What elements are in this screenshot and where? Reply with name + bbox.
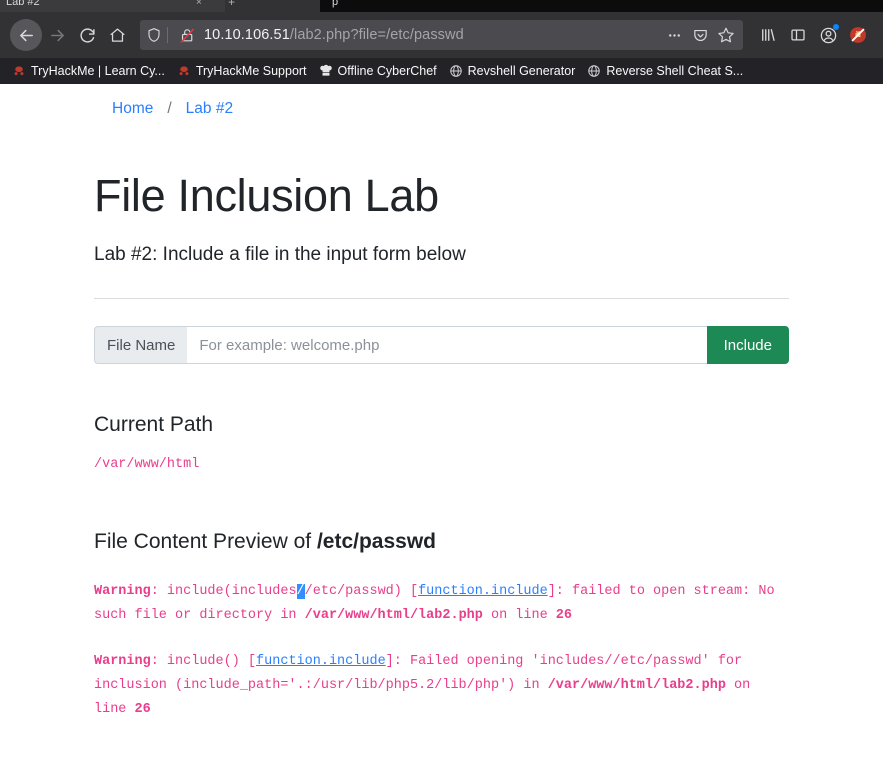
save-to-pocket-button[interactable] — [687, 22, 713, 48]
bookmark-label: TryHackMe Support — [195, 64, 307, 78]
function-include-link[interactable]: function.include — [418, 584, 548, 599]
tab-strip-overflow-area: p — [320, 0, 883, 12]
library-icon — [762, 29, 775, 41]
identity-box[interactable] — [146, 27, 167, 43]
page-subtitle: Lab #2: Include a file in the input form… — [94, 243, 466, 265]
back-button[interactable] — [10, 19, 42, 51]
bookmark-label: Revshell Generator — [467, 64, 576, 78]
include-button[interactable]: Include — [706, 326, 789, 365]
bookmark-button[interactable] — [713, 22, 739, 48]
breadcrumb: Home / Lab #2 — [94, 84, 789, 118]
page-actions-button[interactable] — [661, 22, 687, 48]
tab-strip: Lab #2 × + p — [0, 0, 883, 12]
bookmark-label: Reverse Shell Cheat S... — [606, 64, 744, 78]
cyberchef-chefhat-favicon — [319, 64, 333, 78]
php-error-output: Warning: include(includes//etc/passwd) [… — [94, 580, 789, 722]
php-warning-2: Warning: include() [function.include]: F… — [94, 650, 789, 722]
browser-tab-title: Lab #2 — [6, 0, 40, 8]
ellipsis-icon — [668, 33, 680, 37]
url-bar[interactable]: 10.10.106.51/lab2.php?file=/etc/passwd — [140, 20, 743, 50]
file-include-form: File Name Include — [94, 326, 789, 365]
globe-favicon — [449, 64, 463, 78]
url-path: /lab2.php?file=/etc/passwd — [289, 27, 464, 43]
blocked-extension-icon — [850, 27, 866, 43]
section-divider — [94, 298, 789, 300]
chef-hat-icon — [319, 64, 332, 76]
globe-icon — [588, 65, 601, 77]
tracking-protection-shield-icon[interactable] — [146, 27, 162, 43]
page-container: Home / Lab #2 File Inclusion Lab Lab #2: I… — [94, 84, 789, 722]
sidebar-button[interactable] — [783, 20, 813, 50]
forward-button[interactable] — [42, 20, 72, 50]
warning-file-path: /var/www/html/lab2.php — [304, 607, 483, 623]
urlbar-divider — [167, 27, 168, 43]
new-tab-button[interactable] — [225, 0, 320, 12]
plus-icon[interactable]: + — [228, 0, 235, 8]
bookmark-reverse-shell-cheat-sheet[interactable]: Reverse Shell Cheat S... — [581, 60, 749, 82]
forward-arrow-icon — [50, 29, 64, 41]
url-host: 10.10.106.51 — [204, 27, 290, 43]
tryhackme-logo-icon — [14, 66, 24, 76]
reload-button[interactable] — [72, 20, 102, 50]
bookmark-tryhackme-support[interactable]: TryHackMe Support — [171, 60, 313, 82]
tryhackme-favicon — [177, 64, 191, 78]
bookmark-label: Offline CyberChef — [337, 64, 437, 78]
file-preview-heading: File Content Preview of /etc/passwd — [94, 529, 789, 555]
warning-label: Warning — [94, 653, 151, 669]
reload-icon — [79, 27, 95, 43]
breadcrumb-item-home[interactable]: Home — [112, 100, 153, 117]
tryhackme-favicon — [12, 64, 26, 78]
warning-text-seg1: : include(includes — [150, 583, 297, 599]
warning-file-path: /var/www/html/lab2.php — [547, 677, 726, 693]
warning-text-seg1: : include() [ — [150, 653, 257, 669]
warning-text-seg4: on line — [482, 607, 556, 623]
warning-line-number: 26 — [555, 607, 572, 623]
url-text[interactable]: 10.10.106.51/lab2.php?file=/etc/passwd — [200, 27, 661, 43]
tab-strip-overflow-label: p — [332, 0, 339, 8]
function-include-link[interactable]: function.include — [256, 654, 386, 669]
globe-icon — [449, 65, 462, 77]
tab-close-icon[interactable]: × — [196, 0, 202, 9]
globe-favicon — [587, 64, 601, 78]
account-notification-dot — [833, 24, 839, 30]
padlock-strikethrough-icon — [180, 28, 194, 43]
warning-line-number: 26 — [134, 702, 151, 717]
warning-text-seg2: /etc/passwd) [ — [304, 583, 419, 599]
php-warning-1: Warning: include(includes//etc/passwd) [… — [94, 580, 789, 628]
current-path-heading: Current Path — [94, 413, 214, 437]
file-name-label: File Name — [94, 326, 188, 365]
breadcrumb-item-current[interactable]: Lab #2 — [186, 100, 233, 117]
home-button[interactable] — [102, 20, 132, 50]
tryhackme-logo-icon — [179, 66, 189, 76]
bookmark-revshell-generator[interactable]: Revshell Generator — [443, 60, 582, 82]
bookmark-label: TryHackMe | Learn Cy... — [31, 64, 165, 78]
warning-label: Warning — [94, 583, 151, 599]
library-button[interactable] — [753, 20, 783, 50]
browser-chrome: Lab #2 × + p 10.10.106.51/lab2.php?file=… — [0, 0, 883, 84]
home-icon — [109, 27, 125, 42]
bookmarks-bar: TryHackMe | Learn Cy... TryHackMe Suppor… — [0, 58, 883, 84]
page-title: File Inclusion Lab — [94, 170, 439, 221]
pocket-icon — [693, 29, 707, 41]
file-preview-heading-prefix: File Content Preview of — [94, 529, 317, 553]
file-name-input[interactable] — [187, 326, 707, 365]
back-arrow-icon — [19, 29, 33, 41]
bookmark-tryhackme-learn[interactable]: TryHackMe | Learn Cy... — [6, 60, 171, 82]
file-preview-filename: /etc/passwd — [316, 529, 436, 553]
navigation-toolbar: 10.10.106.51/lab2.php?file=/etc/passwd — [0, 12, 883, 58]
current-path-value: /var/www/html — [94, 457, 200, 473]
sidebar-icon — [791, 29, 805, 41]
star-icon — [718, 27, 734, 43]
insecure-crossed-padlock-icon[interactable] — [174, 22, 200, 48]
blocked-extension-button[interactable] — [843, 20, 873, 50]
page-viewport: Home / Lab #2 File Inclusion Lab Lab #2: I… — [0, 84, 883, 771]
account-button[interactable] — [813, 20, 843, 50]
bookmark-offline-cyberchef[interactable]: Offline CyberChef — [313, 60, 443, 82]
breadcrumb-separator: / — [167, 100, 172, 117]
selected-slash-character: / — [296, 583, 305, 599]
